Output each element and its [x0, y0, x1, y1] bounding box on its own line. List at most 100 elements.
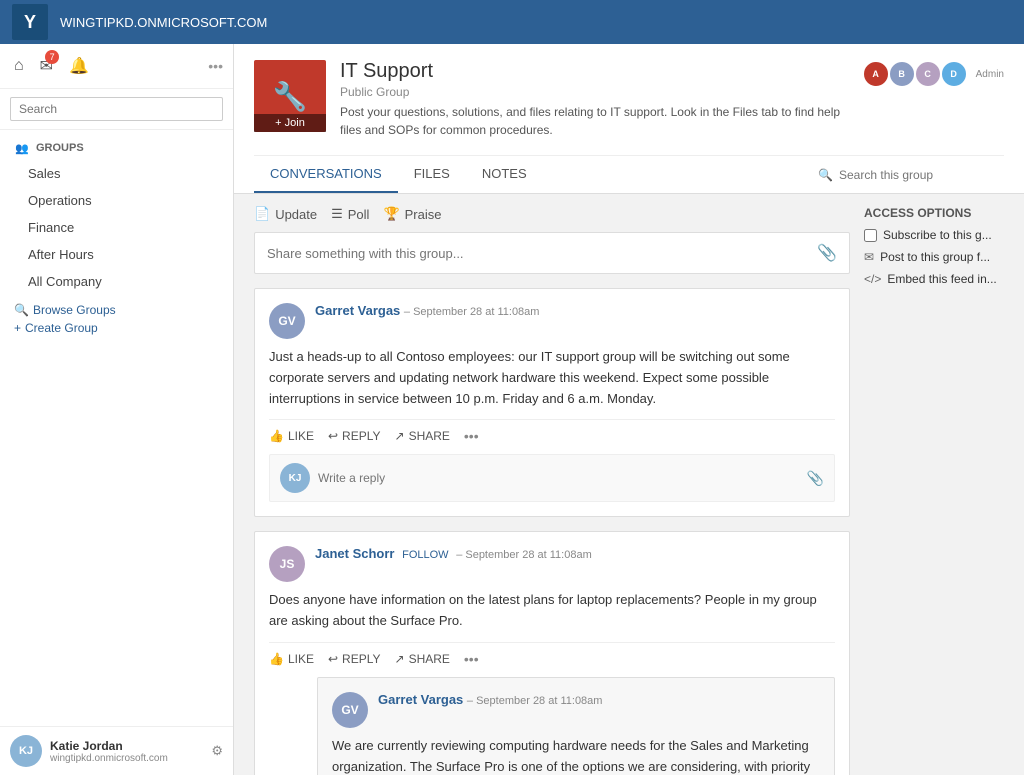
admin-avatar-4: D	[940, 60, 968, 88]
group-search-container: 🔍	[808, 162, 1004, 188]
tab-conversations[interactable]: CONVERSATIONS	[254, 156, 398, 193]
feed-area: 📄 Update ☰ Poll 🏆 Praise 📎	[254, 206, 850, 775]
more-action-2[interactable]: •••	[464, 651, 479, 667]
sidebar-search-container	[0, 89, 233, 130]
mail-badge: 7	[45, 50, 59, 64]
plus-icon: +	[14, 321, 21, 335]
reply-avatar-1: KJ	[280, 463, 310, 493]
post-avatar-1: GV	[269, 303, 305, 339]
sidebar-item-after-hours[interactable]: After Hours	[0, 241, 233, 268]
layout: ⌂ ✉ 7 🔔 ••• 👥 GROUPS Sales Operations Fi…	[0, 44, 1024, 775]
sidebar-top: ⌂ ✉ 7 🔔 •••	[0, 44, 233, 89]
create-group-link[interactable]: + Create Group	[14, 321, 219, 335]
post-timestamp-1: – September 28 at 11:08am	[404, 306, 540, 318]
home-button[interactable]: ⌂	[10, 53, 28, 79]
topbar-domain: WINGTIPKD.ONMICROSOFT.COM	[60, 15, 267, 30]
group-type: Public Group	[340, 85, 854, 99]
topbar-logo: Y	[12, 4, 48, 40]
post-author-2[interactable]: Janet Schorr	[315, 546, 394, 561]
admin-avatar-1: A	[862, 60, 890, 88]
sidebar-item-all-company[interactable]: All Company	[0, 268, 233, 295]
reply-attach-icon-1[interactable]: 📎	[807, 470, 824, 487]
post-author-1[interactable]: Garret Vargas	[315, 303, 400, 318]
praise-button[interactable]: 🏆 Praise	[383, 206, 441, 222]
tab-files[interactable]: FILES	[398, 156, 466, 193]
topbar: Y WINGTIPKD.ONMICROSOFT.COM	[0, 0, 1024, 44]
group-header: 🔧 + Join IT Support Public Group Post yo…	[234, 44, 1024, 194]
user-avatar: KJ	[10, 735, 42, 767]
mail-button[interactable]: ✉ 7	[36, 52, 57, 80]
reply-composer-1: KJ 📎	[269, 454, 835, 502]
post-footer-2: 👍 LIKE ↩ REPLY ↗ SHARE •••	[269, 642, 835, 667]
groups-section-label: 👥 GROUPS	[0, 130, 233, 160]
post-card-2: JS Janet Schorr FOLLOW – September 28 at…	[254, 531, 850, 775]
like-action-2[interactable]: 👍 LIKE	[269, 652, 314, 666]
subscribe-option[interactable]: Subscribe to this g...	[864, 228, 1004, 242]
post-body-1: Just a heads-up to all Contoso employees…	[269, 347, 835, 409]
sidebar-item-finance[interactable]: Finance	[0, 214, 233, 241]
compose-input[interactable]	[267, 246, 817, 261]
admin-avatar-3: C	[914, 60, 942, 88]
update-icon: 📄	[254, 206, 270, 222]
mail-icon: ✉	[864, 250, 874, 264]
reply-action-2[interactable]: ↩ REPLY	[328, 652, 381, 666]
group-info: IT Support Public Group Post your questi…	[340, 60, 854, 139]
access-options-title: ACCESS OPTIONS	[864, 206, 1004, 220]
more-action-1[interactable]: •••	[464, 428, 479, 444]
post-meta-1: Garret Vargas – September 28 at 11:08am	[315, 303, 539, 318]
sidebar-item-sales[interactable]: Sales	[0, 160, 233, 187]
share-action-1[interactable]: ↗ SHARE	[395, 429, 450, 443]
post-label: Post to this group f...	[880, 250, 990, 264]
like-action-1[interactable]: 👍 LIKE	[269, 429, 314, 443]
right-panel: ACCESS OPTIONS Subscribe to this g... ✉ …	[864, 206, 1004, 775]
sidebar-item-operations[interactable]: Operations	[0, 187, 233, 214]
group-logo: 🔧 + Join	[254, 60, 326, 132]
group-name: IT Support	[340, 60, 854, 83]
nested-post-body-1: We are currently reviewing computing har…	[332, 736, 820, 775]
reply-input-1[interactable]	[318, 471, 799, 485]
embed-option[interactable]: </> Embed this feed in...	[864, 272, 1004, 286]
tab-notes[interactable]: NOTES	[466, 156, 543, 193]
user-info: Katie Jordan wingtipkd.onmicrosoft.com	[50, 739, 168, 764]
share-action-2[interactable]: ↗ SHARE	[395, 652, 450, 666]
main-content: 🔧 + Join IT Support Public Group Post yo…	[234, 44, 1024, 775]
search-input[interactable]	[10, 97, 223, 121]
groups-icon: 👥	[14, 140, 30, 156]
embed-label: Embed this feed in...	[887, 272, 996, 286]
group-header-top: 🔧 + Join IT Support Public Group Post yo…	[254, 60, 1004, 149]
sidebar-actions: 🔍 Browse Groups + Create Group	[0, 295, 233, 343]
follow-button-2[interactable]: FOLLOW	[398, 549, 452, 561]
admin-avatar-2: B	[888, 60, 916, 88]
browse-groups-link[interactable]: 🔍 Browse Groups	[14, 303, 219, 317]
post-option[interactable]: ✉ Post to this group f...	[864, 250, 1004, 264]
update-button[interactable]: 📄 Update	[254, 206, 317, 222]
more-button[interactable]: •••	[208, 58, 223, 74]
post-timestamp-2: – September 28 at 11:08am	[456, 549, 592, 561]
post-type-actions: 📄 Update ☰ Poll 🏆 Praise	[254, 206, 850, 222]
poll-button[interactable]: ☰ Poll	[331, 206, 369, 222]
subscribe-label: Subscribe to this g...	[883, 228, 992, 242]
user-settings-icon[interactable]: ⚙	[211, 743, 223, 759]
nested-post-author-1[interactable]: Garret Vargas	[378, 692, 463, 707]
nested-post-header-1: GV Garret Vargas – September 28 at 11:08…	[332, 692, 820, 728]
group-tabs: CONVERSATIONS FILES NOTES 🔍	[254, 155, 1004, 193]
nested-post-avatar-1: GV	[332, 692, 368, 728]
group-search-input[interactable]	[839, 168, 994, 182]
sidebar-bottom: KJ Katie Jordan wingtipkd.onmicrosoft.co…	[0, 726, 233, 775]
nested-post-1: GV Garret Vargas – September 28 at 11:08…	[317, 677, 835, 775]
sidebar-user: KJ Katie Jordan wingtipkd.onmicrosoft.co…	[10, 735, 168, 767]
attach-icon[interactable]: 📎	[817, 243, 837, 263]
post-body-2: Does anyone have information on the late…	[269, 590, 835, 632]
post-meta-2: Janet Schorr FOLLOW – September 28 at 11…	[315, 546, 592, 561]
nested-post-meta-1: Garret Vargas – September 28 at 11:08am	[378, 692, 602, 707]
search-icon: 🔍	[14, 303, 29, 317]
sidebar: ⌂ ✉ 7 🔔 ••• 👥 GROUPS Sales Operations Fi…	[0, 44, 234, 775]
reply-action-1[interactable]: ↩ REPLY	[328, 429, 381, 443]
content-area: 📄 Update ☰ Poll 🏆 Praise 📎	[234, 194, 1024, 775]
post-header-1: GV Garret Vargas – September 28 at 11:08…	[269, 303, 835, 339]
subscribe-checkbox[interactable]	[864, 229, 877, 242]
group-search-icon: 🔍	[818, 168, 833, 182]
post-footer-1: 👍 LIKE ↩ REPLY ↗ SHARE •••	[269, 419, 835, 444]
notifications-button[interactable]: 🔔	[65, 52, 93, 80]
join-button[interactable]: + Join	[254, 114, 326, 132]
